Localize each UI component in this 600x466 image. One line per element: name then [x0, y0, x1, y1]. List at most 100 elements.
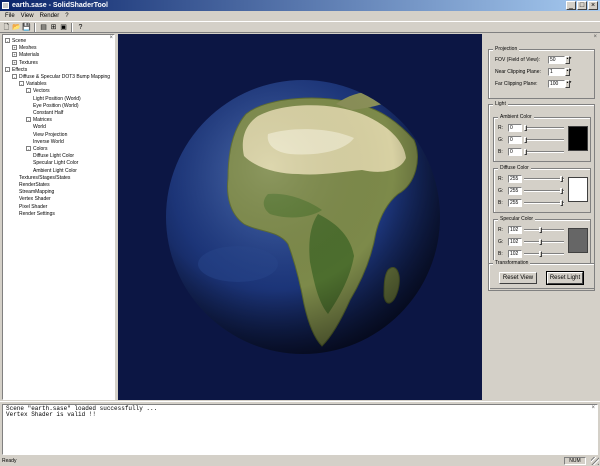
specular-b-slider[interactable] — [524, 253, 564, 255]
slider-thumb[interactable] — [539, 227, 542, 233]
slider-thumb[interactable] — [524, 137, 527, 143]
output-log[interactable]: Scene "earth.sase" loaded successfully .… — [2, 404, 598, 455]
diffuse-g-input[interactable]: 255 — [508, 187, 522, 195]
fov-spinner[interactable]: ▲▼ — [565, 56, 572, 64]
menu-file[interactable]: File — [2, 11, 18, 21]
pane-close-icon[interactable]: × — [593, 34, 597, 40]
tree-item[interactable]: Constant Half — [33, 110, 63, 117]
expand-icon[interactable]: + — [12, 45, 17, 51]
scene-tree-pane[interactable]: × - Scene + Meshes + Materials + Textures - Effec… — [2, 34, 115, 400]
specular-r-slider[interactable] — [524, 229, 564, 231]
tree-item[interactable]: + Textures — [12, 59, 38, 67]
collapse-icon[interactable]: - — [5, 38, 10, 43]
collapse-icon[interactable]: - — [26, 146, 31, 151]
tree-item[interactable]: + Materials — [12, 52, 39, 59]
pane-close-icon[interactable]: × — [109, 35, 113, 41]
collapse-icon[interactable]: - — [19, 81, 24, 87]
slider-thumb[interactable] — [560, 188, 563, 194]
reset-light-button[interactable]: Reset Light — [546, 271, 584, 285]
far-input[interactable]: 100 — [548, 80, 565, 88]
menu-view[interactable]: View — [18, 11, 37, 21]
menu-help[interactable]: ? — [62, 11, 71, 21]
tree-item[interactable]: - Scene — [5, 38, 26, 45]
tree-item-label: Variables — [26, 81, 47, 88]
collapse-icon[interactable]: - — [5, 66, 10, 72]
collapse-icon[interactable]: - — [26, 88, 31, 94]
tree-item[interactable]: Inverse World — [33, 139, 64, 146]
near-input[interactable]: 1 — [548, 68, 565, 76]
shader-tree-icon[interactable]: ⊞ — [49, 23, 58, 32]
reset-view-button[interactable]: Reset View — [499, 272, 537, 284]
ambient-g-slider[interactable] — [524, 139, 564, 141]
r-label: R: — [498, 125, 503, 131]
far-spinner[interactable]: ▲▼ — [565, 80, 572, 88]
slider-thumb[interactable] — [539, 239, 542, 245]
app-icon[interactable] — [2, 2, 9, 9]
tree-item[interactable]: Eye Position (World) — [33, 103, 78, 110]
resize-grip[interactable] — [591, 457, 599, 465]
new-icon[interactable]: 🗋 — [2, 23, 11, 32]
pane-close-icon[interactable]: × — [591, 405, 595, 411]
splitter[interactable] — [0, 401, 600, 403]
tree-item[interactable]: Render Settings — [19, 211, 55, 218]
specular-b-input[interactable]: 102 — [508, 250, 522, 258]
minimize-button[interactable]: _ — [566, 1, 576, 10]
expand-icon[interactable]: + — [12, 59, 17, 65]
slider-thumb[interactable] — [560, 176, 563, 182]
diffuse-r-slider[interactable] — [524, 178, 564, 180]
specular-color-swatch[interactable] — [568, 228, 588, 253]
collapse-icon[interactable]: - — [12, 74, 17, 79]
title-bar[interactable]: earth.sase - SolidShaderTool _ □ × — [0, 0, 600, 11]
tree-item[interactable]: - Effects — [5, 66, 27, 74]
properties-pane: × Projection FOV (Field of View): 50 ▲▼ … — [485, 34, 598, 400]
tree-item[interactable]: Pixel Shader — [19, 204, 47, 211]
slider-thumb[interactable] — [524, 149, 527, 155]
tree-item[interactable]: Textures/Stages/States — [19, 175, 70, 182]
ambient-r-slider[interactable] — [524, 127, 564, 129]
save-icon[interactable]: 💾 — [22, 23, 31, 32]
diffuse-color-swatch[interactable] — [568, 177, 588, 202]
tree-item[interactable]: World — [33, 124, 46, 131]
collapse-icon[interactable]: - — [26, 117, 31, 123]
fov-input[interactable]: 50 — [548, 56, 565, 64]
slider-thumb[interactable] — [524, 125, 527, 131]
render-viewport[interactable] — [118, 34, 482, 400]
diffuse-g-slider[interactable] — [524, 190, 564, 192]
tree-item[interactable]: View Projection — [33, 132, 67, 139]
tree-item[interactable]: StreamMapping — [19, 189, 54, 196]
diffuse-b-slider[interactable] — [524, 202, 564, 204]
tree-item[interactable]: + Meshes — [12, 45, 37, 52]
tree-item[interactable]: Ambient Light Color — [33, 168, 77, 175]
ambient-b-input[interactable]: 0 — [508, 148, 522, 156]
diffuse-b-input[interactable]: 255 — [508, 199, 522, 207]
slider-thumb[interactable] — [539, 251, 542, 257]
tree-item[interactable]: Vertex Shader — [19, 196, 51, 203]
tree-item[interactable]: RenderStates — [19, 182, 50, 189]
tree-item[interactable]: Light Position (World) — [33, 96, 81, 103]
tree-item[interactable]: - Diffuse & Specular DOT3 Bump Mapping — [12, 74, 110, 81]
specular-g-slider[interactable] — [524, 241, 564, 243]
tree-item[interactable]: Diffuse Light Color — [33, 153, 74, 160]
tree-item[interactable]: - Vectors — [26, 88, 50, 95]
specular-g-input[interactable]: 102 — [508, 238, 522, 246]
tree-item[interactable]: - Matrices — [26, 117, 52, 124]
tree-item[interactable]: Specular Light Color — [33, 160, 78, 167]
ambient-color-swatch[interactable] — [568, 126, 588, 151]
ambient-r-input[interactable]: 0 — [508, 124, 522, 132]
maximize-button[interactable]: □ — [577, 1, 587, 10]
specular-r-input[interactable]: 102 — [508, 226, 522, 234]
help-icon[interactable]: ? — [76, 23, 85, 32]
open-icon[interactable]: 📂 — [12, 23, 21, 32]
near-spinner[interactable]: ▲▼ — [565, 68, 572, 76]
diffuse-r-input[interactable]: 255 — [508, 175, 522, 183]
ambient-b-slider[interactable] — [524, 151, 564, 153]
render-icon[interactable]: ▣ — [59, 23, 68, 32]
tree-item[interactable]: - Variables — [19, 81, 46, 88]
tree-item[interactable]: - Colors — [26, 146, 47, 153]
properties-icon[interactable]: ▤ — [39, 23, 48, 32]
slider-thumb[interactable] — [560, 200, 563, 206]
expand-icon[interactable]: + — [12, 52, 17, 58]
menu-render[interactable]: Render — [37, 11, 63, 21]
close-button[interactable]: × — [588, 1, 598, 10]
ambient-g-input[interactable]: 0 — [508, 136, 522, 144]
